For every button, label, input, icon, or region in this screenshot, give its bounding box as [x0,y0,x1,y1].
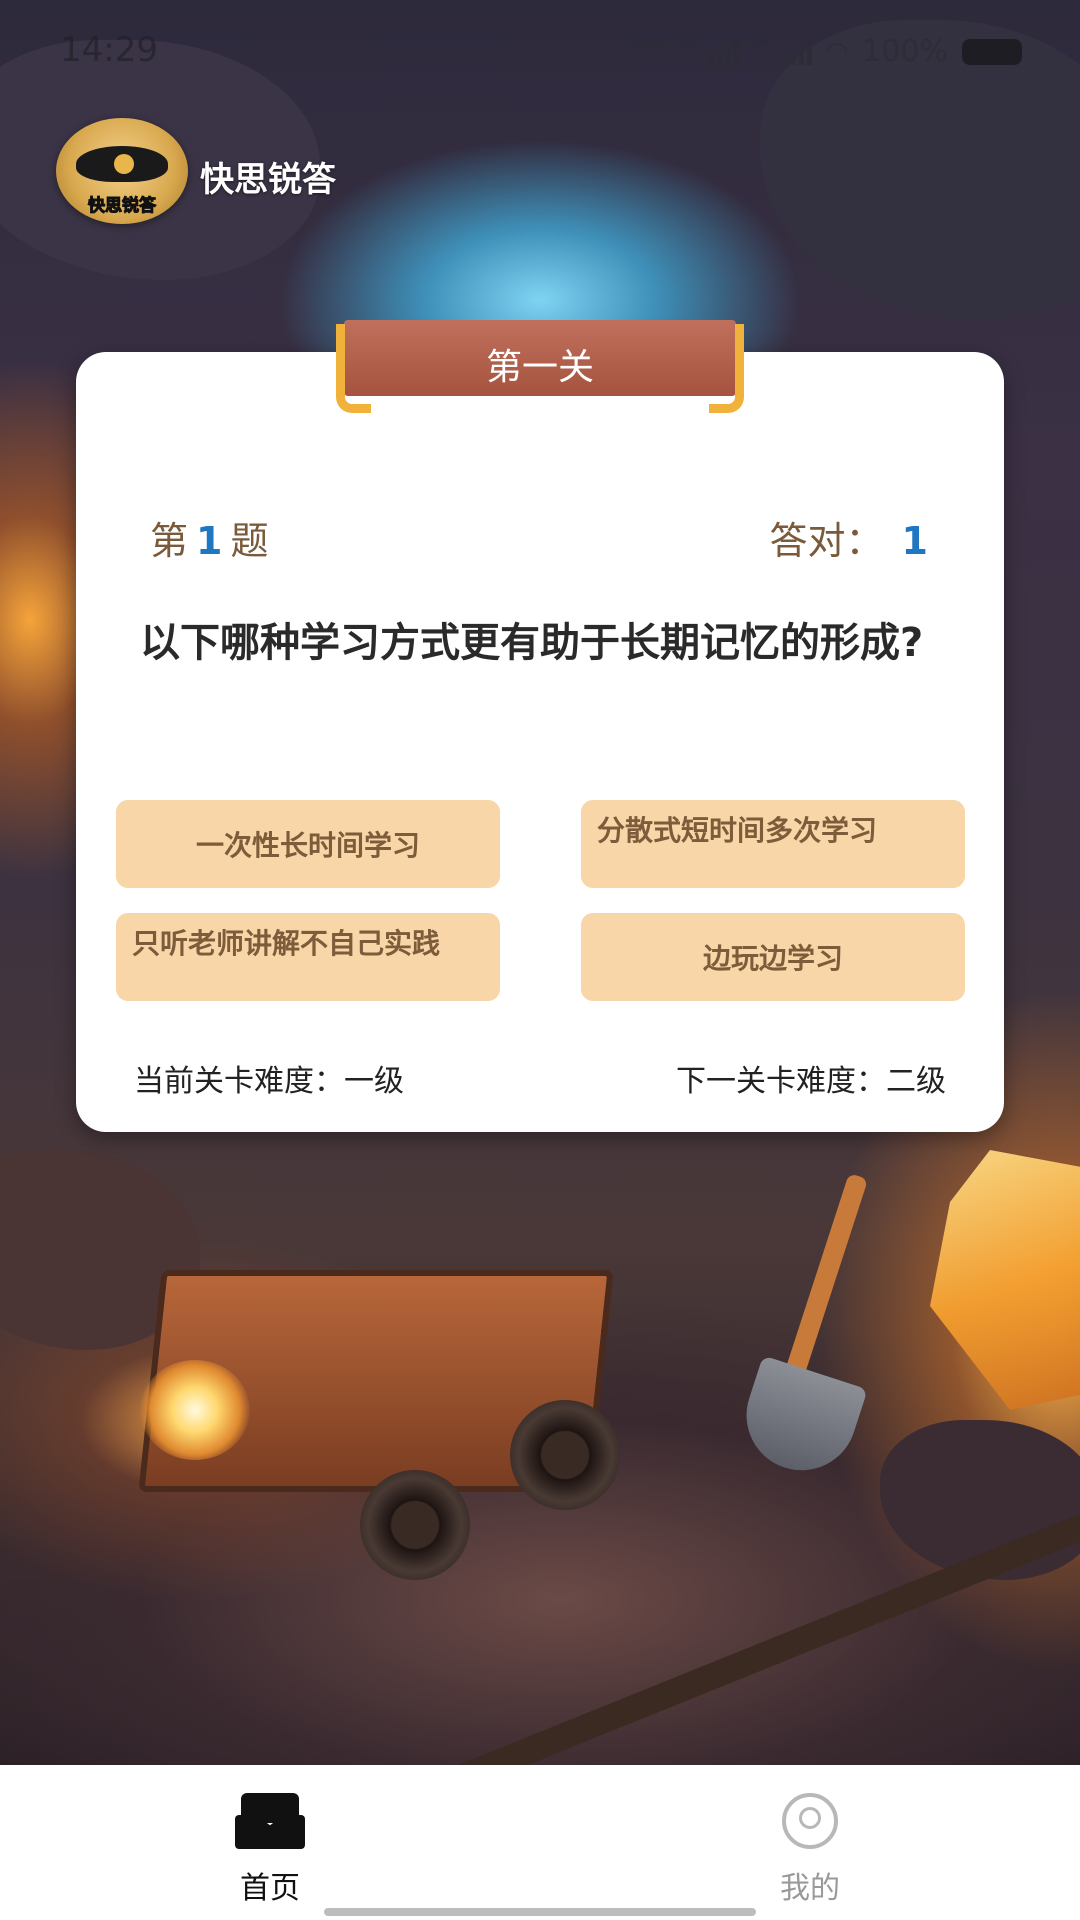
current-difficulty: 当前关卡难度：一级 [134,1064,404,1099]
app-logo: 快思锐答 [56,118,188,224]
status-time: 14:29 [60,30,158,70]
net-4g-label: 4G [751,34,769,48]
tab-home[interactable]: 首页 [170,1793,370,1907]
next-difficulty: 下一关卡难度：二级 [676,1064,946,1099]
correct-label: 答对： [769,519,884,563]
network-speed: 2.60 KB/s [634,36,664,66]
cart-wheel [510,1400,620,1510]
question-number: 第1题 [150,510,268,565]
cart-lamp [140,1360,250,1460]
home-indicator[interactable] [324,1908,756,1916]
option-button-1[interactable]: 一次性长时间学习 [116,800,500,888]
quiz-card [76,352,1004,1132]
correct-count-value: 1 [901,519,928,563]
level-ribbon: 第一关 [330,318,750,413]
logo-text: 快思锐答 [88,196,157,217]
question-number-value: 1 [196,519,223,563]
battery-icon [962,38,1022,65]
home-tray-icon [235,1793,305,1849]
question-text: 以下哪种学习方式更有助于长期记忆的形成? [140,620,924,666]
question-suffix: 题 [230,519,269,563]
question-prefix: 第 [150,519,189,563]
tab-mine-label: 我的 [780,1871,840,1906]
tab-home-label: 首页 [240,1871,300,1906]
level-title: 第一关 [485,347,594,388]
status-right: 2.60 KB/s 5G 4G ◠ 100% [635,34,1022,69]
app-name: 快思锐答 [200,160,336,200]
option-button-2[interactable]: 分散式短时间多次学习 [581,800,965,888]
bottom-tab-bar: 首页 我的 [0,1765,1080,1920]
signal-4g-icon [782,39,812,65]
cart-wheel [360,1470,470,1580]
option-button-3[interactable]: 只听老师讲解不自己实践 [116,913,500,1001]
option-button-4[interactable]: 边玩边学习 [581,913,965,1001]
speed-unit: KB/s [634,50,664,66]
user-icon [782,1793,838,1849]
status-bar: 14:29 2.60 KB/s 5G 4G ◠ 100% [0,0,1080,100]
net-5g-label: 5G [677,34,695,48]
eagle-eye-icon [76,146,168,182]
speed-value: 2.60 [634,36,664,52]
correct-count: 答对： 1 [770,510,928,565]
battery-percent: 100% [862,34,948,69]
wifi-icon: ◠ [825,36,849,67]
glowing-crystal [930,1150,1080,1410]
signal-5g-icon [708,39,738,65]
tab-mine[interactable]: 我的 [710,1793,910,1907]
shovel-blade [732,1355,868,1485]
